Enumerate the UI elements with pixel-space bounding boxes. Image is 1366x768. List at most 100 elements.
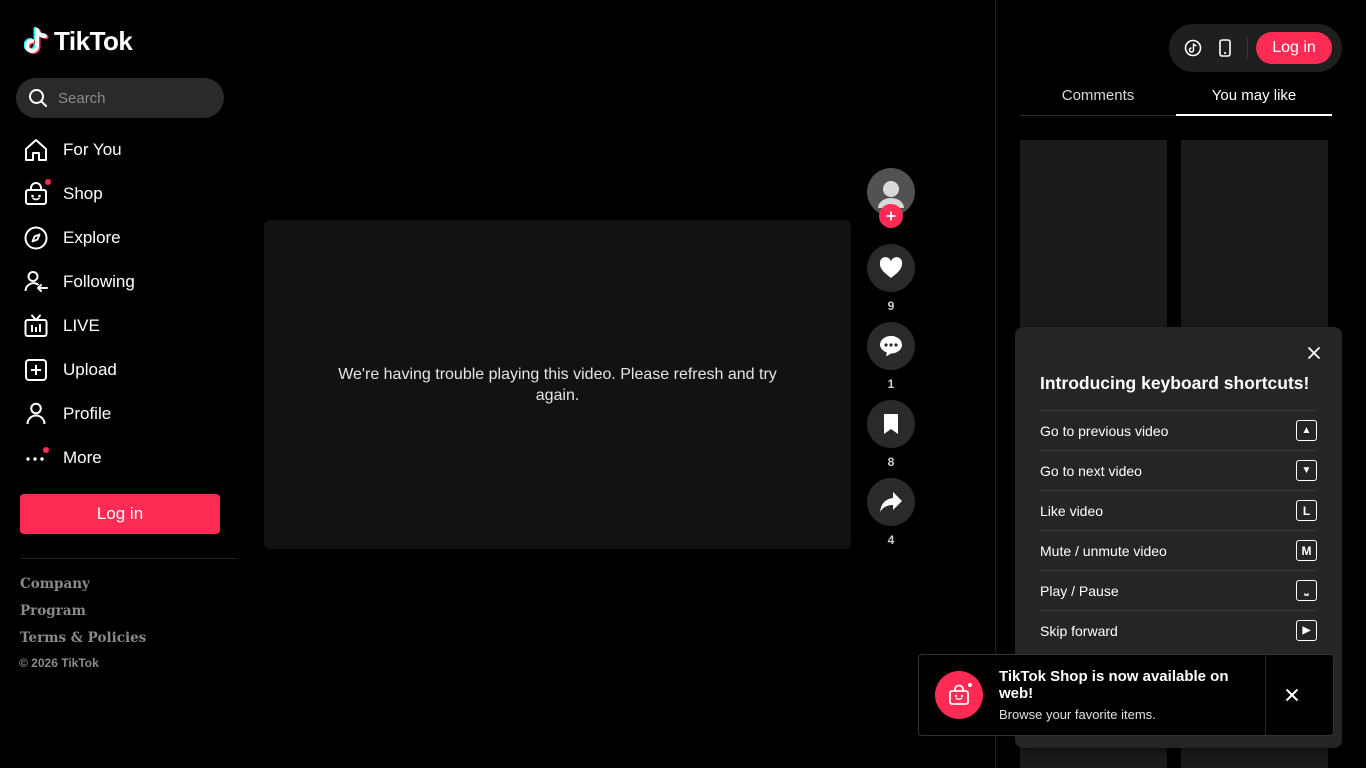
footer-link-terms[interactable]: Terms & Policies [20,630,146,657]
bookmark-icon [884,414,898,434]
close-icon [1285,688,1299,702]
plus-square-icon [23,357,49,383]
recommended-thumbnail[interactable] [1020,140,1167,340]
notification-dot [43,447,49,453]
save-count: 8 [887,455,895,469]
like-count: 9 [887,299,895,313]
shopping-bag-icon [935,671,983,719]
save-action: 8 [867,400,915,471]
key-down-icon: ▼ [1296,460,1317,481]
shortcuts-list: Go to previous video ▲ Go to next video … [1040,410,1317,650]
nav-label: LIVE [63,316,100,335]
tiktok-logo[interactable]: TikTok [24,26,133,57]
nav-item-following[interactable]: Following [20,260,230,304]
tiktok-coin-icon[interactable] [1181,36,1205,60]
notification-dot [968,683,972,687]
shortcut-row: Play / Pause ⎵ [1040,570,1317,610]
like-button[interactable] [867,244,915,292]
nav-item-for-you[interactable]: For You [20,128,230,172]
mobile-phone-icon[interactable] [1213,36,1237,60]
nav-item-shop[interactable]: Shop [20,172,230,216]
key-space-icon: ⎵ [1296,580,1317,601]
toast-subtitle: Browse your favorite items. [999,707,1156,722]
close-icon [1307,346,1321,360]
share-action: 4 [867,478,915,549]
column-divider [995,0,996,768]
shortcuts-close-button[interactable] [1304,343,1324,363]
shortcut-label: Go to next video [1040,462,1142,479]
comment-action: 1 [867,322,915,393]
shortcut-label: Go to previous video [1040,422,1169,439]
right-tabs: Comments You may like [1020,80,1332,116]
nav-label: Shop [63,184,103,203]
action-bar: 9 1 8 4 [867,168,915,549]
shortcut-label: Mute / unmute video [1040,542,1167,559]
shortcut-row: Skip forward ▶ [1040,610,1317,650]
toast-close-button[interactable] [1266,655,1318,735]
shortcut-row: Go to next video ▼ [1040,450,1317,490]
toast-text: TikTok Shop is now available on web! Bro… [999,668,1265,722]
live-tv-icon [23,313,49,339]
shortcut-row: Go to previous video ▲ [1040,410,1317,450]
nav-label: For You [63,140,122,159]
home-icon [23,137,49,163]
shop-toast: TikTok Shop is now available on web! Bro… [918,654,1334,736]
share-button[interactable] [867,478,915,526]
footer-link-program[interactable]: Program [20,603,146,630]
header-login-button[interactable]: Log in [1256,32,1332,64]
tab-comments[interactable]: Comments [1020,80,1176,115]
search-bar[interactable] [16,78,224,118]
toast-title: TikTok Shop is now available on web! [999,668,1229,702]
nav-item-explore[interactable]: Explore [20,216,230,260]
copyright: © 2026 TikTok [19,656,99,670]
nav-item-profile[interactable]: Profile [20,392,230,436]
nav-label: Explore [63,228,121,247]
shortcut-row: Mute / unmute video M [1040,530,1317,570]
tiktok-page: TikTok For You Shop [0,0,1366,768]
logo-text: TikTok [54,26,133,56]
nav-item-more[interactable]: More [20,436,230,480]
follow-button[interactable] [879,204,903,228]
main-nav: For You Shop Explore Following LIVE Uplo… [20,128,230,480]
nav-label: Profile [63,404,112,423]
header-separator [1247,37,1248,59]
author-avatar[interactable] [867,168,915,228]
plus-icon [886,211,896,221]
save-button[interactable] [867,400,915,448]
shortcut-row: Like video L [1040,490,1317,530]
comment-icon [880,336,902,357]
shopping-bag-icon [23,179,51,207]
share-arrow-icon [880,492,902,512]
footer-link-company[interactable]: Company [20,576,146,603]
recommended-thumbnail[interactable] [1181,140,1328,340]
share-count: 4 [887,533,895,547]
heart-icon [879,257,903,278]
search-input[interactable] [58,89,208,107]
key-m-icon: M [1296,540,1317,561]
shortcut-label: Skip forward [1040,622,1118,639]
comment-count: 1 [887,377,895,391]
video-error-message: We're having trouble playing this video.… [338,365,777,404]
header-actions: Log in [1169,24,1342,72]
nav-item-live[interactable]: LIVE [20,304,230,348]
like-action: 9 [867,244,915,315]
user-follow-icon [23,269,49,295]
compass-icon [23,225,49,251]
video-player[interactable]: We're having trouble playing this video.… [264,220,851,549]
sidebar-divider [20,558,238,559]
key-l-icon: L [1296,500,1317,521]
more-dots-icon [23,445,49,471]
tab-you-may-like[interactable]: You may like [1176,80,1332,116]
nav-label: Upload [63,360,117,379]
shortcut-label: Play / Pause [1040,582,1119,599]
comment-button[interactable] [867,322,915,370]
key-right-icon: ▶ [1296,620,1317,641]
shortcuts-title: Introducing keyboard shortcuts! [1040,373,1310,393]
footer-links: Company Program Terms & Policies [20,576,146,657]
sidebar-login-button[interactable]: Log in [20,494,220,534]
nav-item-upload[interactable]: Upload [20,348,230,392]
sidebar: TikTok For You Shop [0,0,240,768]
nav-label: More [63,448,102,467]
person-icon [23,401,49,427]
nav-label: Following [63,272,135,291]
